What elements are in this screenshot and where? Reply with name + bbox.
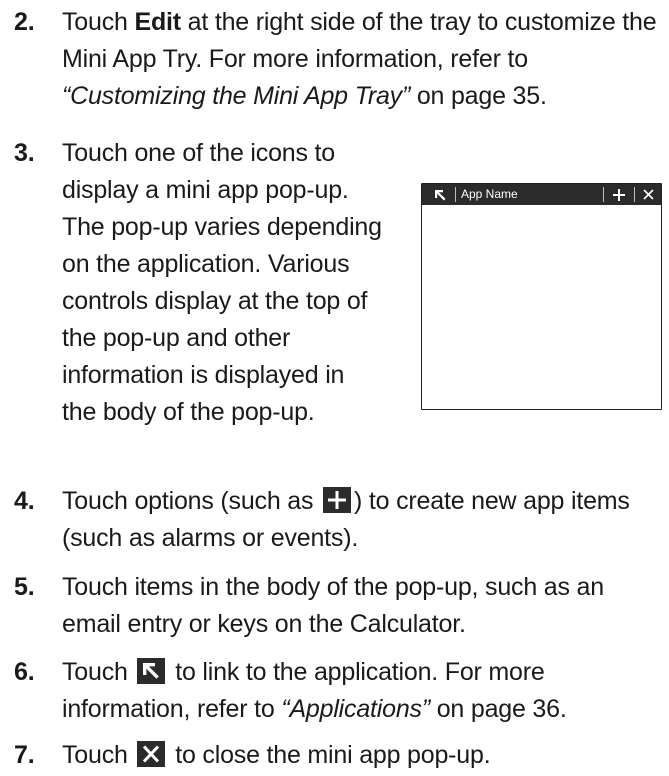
text-line: Touch Edit at the right side of the tray… [62,4,667,41]
text-run: Touch [62,8,135,36]
step-number: 4. [14,487,35,515]
text-run: Mini App Try. For more information, refe… [62,45,528,73]
text-run: on the application. Various [62,250,350,278]
text-run: to link to the application. For more [168,658,545,686]
text-line: “Customizing the Mini App Tray” on page … [62,78,667,115]
step-text: Touch to close the mini app pop-up. [62,737,667,774]
text-run: The pop-up varies depending [62,213,382,241]
text-line: The pop-up varies depending [62,209,402,246]
text-line: controls display at the top of [62,283,402,320]
plus-icon [323,487,352,513]
cross-reference: “Customizing the Mini App Tray” [62,82,411,110]
text-line: the pop-up and other [62,320,402,357]
text-run: display a mini app pop-up. [62,176,349,204]
text-line: Touch items in the body of the pop-up, s… [62,569,667,606]
step-text: Touch Edit at the right side of the tray… [62,4,667,115]
text-run: to close the mini app pop-up. [168,741,491,769]
close-icon [637,184,659,205]
text-line: email entry or keys on the Calculator. [62,606,667,643]
text-run: on page 35. [410,82,547,110]
text-run: the pop-up and other [62,324,291,352]
text-run: ) to create new app items [354,487,630,515]
text-run: Touch [62,658,135,686]
title-separator [634,187,635,202]
link-arrow-icon [429,184,451,205]
text-run: on page 36. [429,695,567,723]
text-run: Touch one of the icons to [62,139,335,167]
text-run: email entry or keys on the Calculator. [62,610,466,638]
cross-reference: “Applications” [281,695,430,723]
text-line: information is displayed in [62,357,402,394]
text-run: information is displayed in [62,361,345,389]
text-run: controls display at the top of [62,287,368,315]
link-arrow-icon [137,658,166,684]
text-run: information, refer to [62,695,282,723]
text-line: (such as alarms or events). [62,520,667,557]
text-line: Touch to close the mini app pop-up. [62,737,667,774]
step-text: Touch to link to the application. For mo… [62,654,667,728]
text-run: Touch [62,741,135,769]
text-line: Touch to link to the application. For mo… [62,654,667,691]
step-number: 7. [14,741,35,769]
text-line: the body of the pop-up. [62,394,402,431]
text-line: Mini App Try. For more information, refe… [62,41,667,78]
step-text: Touch items in the body of the pop-up, s… [62,569,667,643]
step-number: 2. [14,8,35,36]
text-line: display a mini app pop-up. [62,172,402,209]
step-number: 5. [14,573,35,601]
manual-page: 2. Touch Edit at the right side of the t… [0,0,669,776]
title-separator [603,187,604,202]
text-run: Touch items in the body of the pop-up, s… [62,573,604,601]
text-run: (such as alarms or events). [62,524,359,552]
bold-term: Edit [134,8,181,36]
popup-title-bar: App Name [422,184,661,205]
text-line: Touch options (such as ) to create new a… [62,483,667,520]
text-run: Touch options (such as [62,487,321,515]
text-run: at the right side of the tray to customi… [180,8,657,36]
step-text: Touch options (such as ) to create new a… [62,483,667,557]
popup-title: App Name [461,187,518,201]
plus-icon [607,184,631,205]
close-icon [137,741,166,767]
text-line: information, refer to “Applications” on … [62,691,667,728]
step-text: Touch one of the icons to display a mini … [62,135,402,431]
mini-app-popup-illustration: App Name [421,183,662,410]
text-run: the body of the pop-up. [62,398,315,426]
text-line: on the application. Various [62,246,402,283]
text-line: Touch one of the icons to [62,135,402,172]
title-separator [455,187,456,202]
step-number: 3. [14,139,35,167]
step-number: 6. [14,658,35,686]
